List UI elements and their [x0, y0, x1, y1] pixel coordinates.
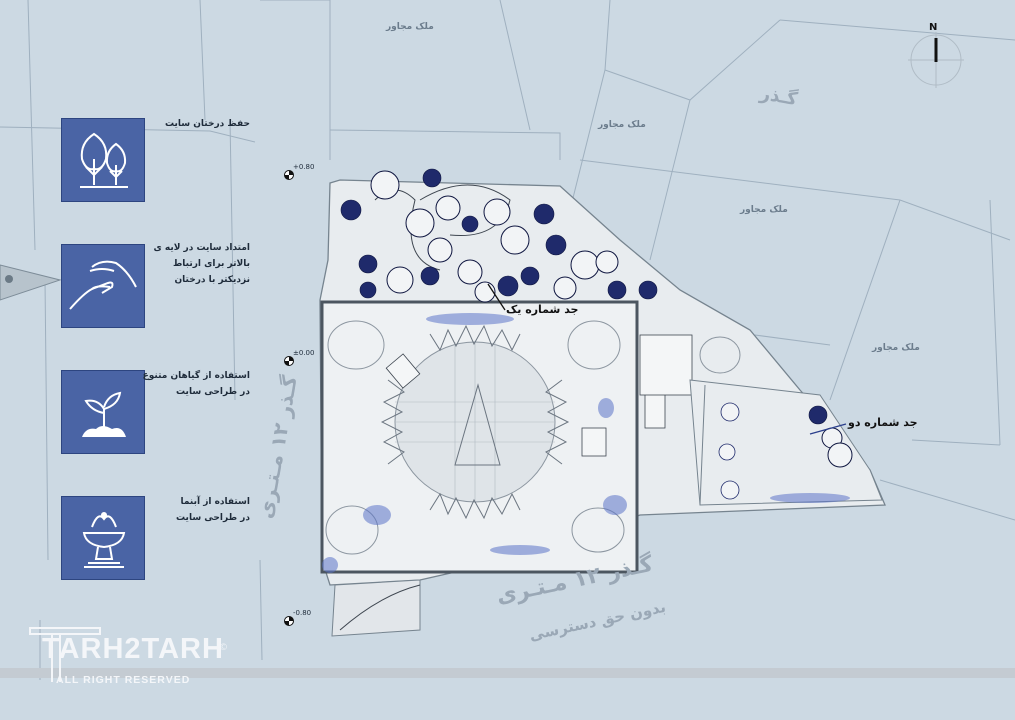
marker-dot	[5, 275, 13, 283]
level-marker-icon	[284, 616, 294, 626]
feature-line: حفظ درختان سایت	[164, 119, 250, 129]
feature-card-fountain	[61, 496, 145, 580]
feature-text-trees: حفظ درختان سایت	[150, 116, 250, 132]
logo-tagline: ALL RIGHT RESERVED	[56, 674, 191, 686]
site-plan-sheet: حفظ درختان سایت امتداد سایت در لایه ی با…	[0, 0, 1015, 720]
feature-card-hands	[61, 244, 145, 328]
sprout-icon	[82, 391, 126, 437]
neighbor-label: ملک مجاور	[386, 22, 434, 32]
callout-one: جد شماره یک	[506, 303, 579, 316]
level-marker-icon	[284, 356, 294, 366]
feature-line: در طراحی سایت	[176, 387, 250, 397]
ramp	[331, 579, 421, 637]
feature-text-fountain: استفاده از آبنما در طراحی سایت	[150, 494, 250, 526]
north-arrow	[908, 32, 964, 88]
north-label: N	[929, 22, 938, 33]
level-upper: +0.80	[293, 163, 315, 171]
site-plan-drawing	[0, 0, 1015, 680]
feature-line: امتداد سایت در لایه ی	[153, 243, 251, 253]
feature-line: نزدیکتر با درختان	[174, 275, 250, 285]
feature-line: بالاتر برای ارتباط	[172, 259, 250, 269]
copyright-mark: ©	[219, 643, 228, 653]
neighbor-label: ملک مجاور	[740, 205, 788, 215]
level-marker-icon	[284, 170, 294, 180]
logo-wordmark: TARH2TARH	[42, 633, 224, 665]
neighbor-label: ملک مجاور	[598, 120, 646, 130]
neighbor-label: ملک مجاور	[872, 343, 920, 353]
feature-card-sprout	[61, 370, 145, 454]
trees-icon	[80, 132, 128, 188]
feature-text-sprout: استفاده از گیاهان متنوع در طراحی سایت	[142, 368, 250, 400]
feature-line: استفاده از آبنما	[180, 497, 250, 507]
fountain-icon	[82, 512, 126, 568]
level-middle: ±0.00	[293, 349, 315, 357]
feature-card-trees	[61, 118, 145, 202]
level-lower: -0.80	[293, 609, 312, 617]
feature-text-hands: امتداد سایت در لایه ی بالاتر برای ارتباط…	[150, 240, 251, 288]
feature-line: استفاده از گیاهان متنوع	[142, 371, 250, 381]
feature-line: در طراحی سایت	[176, 513, 250, 523]
callout-two: جد شماره دو	[848, 416, 918, 429]
hands-icon	[69, 260, 137, 310]
east-garden	[689, 379, 883, 506]
